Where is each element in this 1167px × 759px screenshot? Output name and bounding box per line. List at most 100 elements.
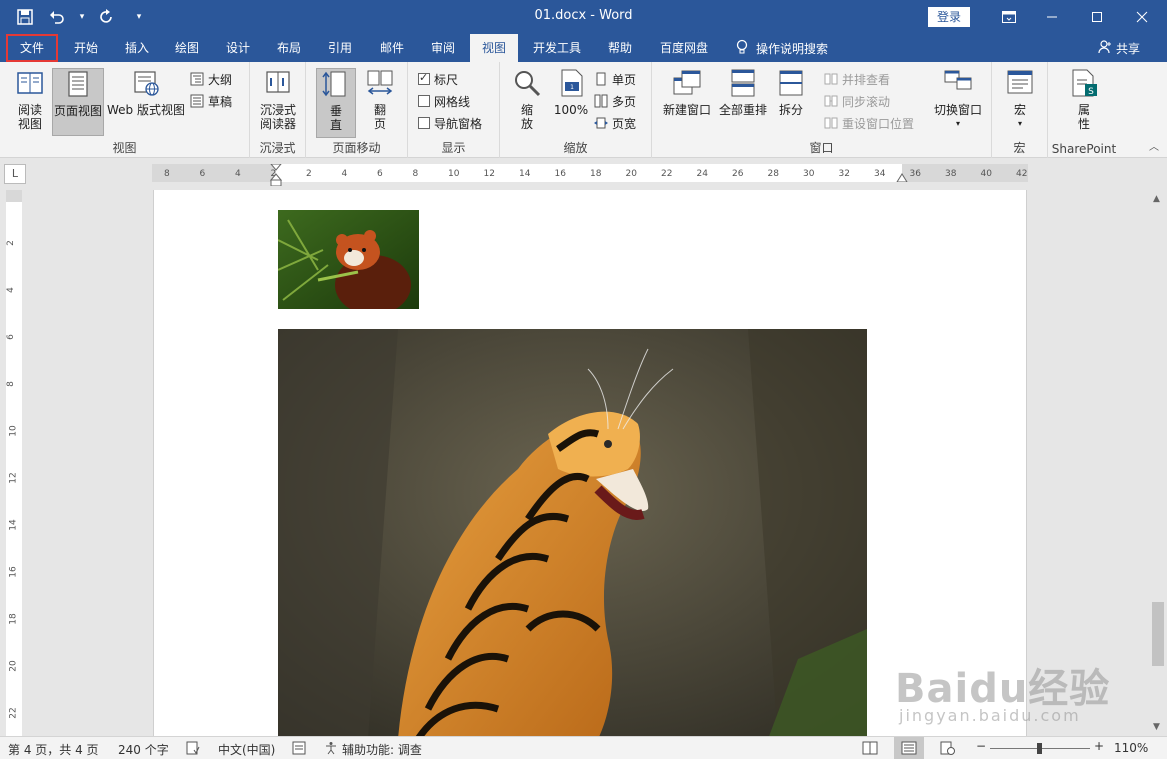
undo-dropdown-icon[interactable]: ▾ xyxy=(78,6,86,28)
zoom-level[interactable]: 110% xyxy=(1114,741,1148,755)
ruler-check[interactable] xyxy=(418,71,430,85)
ruler-tick: 32 xyxy=(838,169,850,179)
new-window-icon xyxy=(673,70,701,95)
new-window-button[interactable]: 新建窗口 xyxy=(658,68,716,140)
multiple-pages-button[interactable]: 多页 xyxy=(594,92,636,110)
zoom-out-icon[interactable]: − xyxy=(976,739,986,753)
tab-draw[interactable]: 绘图 xyxy=(164,34,210,62)
tab-baidu-netdisk[interactable]: 百度网盘 xyxy=(648,34,720,62)
tab-design[interactable]: 设计 xyxy=(214,34,262,62)
page-width-button[interactable]: 页宽 xyxy=(594,114,636,132)
collapse-ribbon-icon[interactable]: ︿ xyxy=(1149,138,1159,153)
customize-qat-icon[interactable]: ▾ xyxy=(128,6,150,28)
ruler-label: 标尺 xyxy=(434,72,459,87)
vertical-ruler[interactable]: 2 4 6 8 10 12 14 16 18 20 22 xyxy=(6,190,22,736)
ruler-tick: 4 xyxy=(235,169,241,179)
ruler-tick: 28 xyxy=(767,169,779,179)
vertical-ruler-tick: 16 xyxy=(8,566,19,578)
vertical-ruler-tick: 4 xyxy=(5,287,16,293)
red-panda-image[interactable] xyxy=(278,210,419,309)
print-layout-icon xyxy=(68,71,88,97)
properties-button[interactable]: S 属 性 xyxy=(1064,68,1104,140)
tab-layout[interactable]: 布局 xyxy=(266,34,312,62)
outline-button[interactable]: 大纲 xyxy=(190,70,232,88)
tab-home[interactable]: 开始 xyxy=(62,34,110,62)
arrange-all-label: 全部重排 xyxy=(718,103,767,117)
web-layout-status-icon[interactable] xyxy=(940,741,956,758)
page-count[interactable]: 第 4 页，共 4 页 xyxy=(8,741,99,758)
draft-button[interactable]: 草稿 xyxy=(190,92,232,110)
immersive-reader-icon xyxy=(266,71,290,93)
login-button[interactable]: 登录 xyxy=(928,7,970,27)
gridlines-check[interactable] xyxy=(418,95,430,107)
navigation-pane-check[interactable] xyxy=(418,117,430,129)
tab-references[interactable]: 引用 xyxy=(316,34,364,62)
zoom-100-button[interactable]: 1 100% xyxy=(550,68,592,140)
minimize-icon[interactable] xyxy=(1029,0,1075,34)
one-page-button[interactable]: 单页 xyxy=(594,70,636,88)
print-layout-status-icon[interactable] xyxy=(894,737,924,759)
reset-window-position-button[interactable]: 重设窗口位置 xyxy=(824,114,914,132)
tell-me-search[interactable]: 操作说明搜索 xyxy=(736,34,828,62)
tab-selector[interactable]: L xyxy=(4,164,26,184)
tab-help[interactable]: 帮助 xyxy=(596,34,644,62)
tab-file[interactable]: 文件 xyxy=(6,34,58,62)
vertical-ruler-tick: 20 xyxy=(8,660,19,672)
synchronous-scrolling-button[interactable]: 同步滚动 xyxy=(824,92,890,110)
immersive-group-label: 沉浸式 xyxy=(259,141,296,155)
navigation-pane-label: 导航窗格 xyxy=(434,116,483,131)
horizontal-ruler[interactable]: 8 6 4 2 2 4 6 8 10 12 14 16 18 20 22 24 26 28 30 32 34 36 38 40… xyxy=(152,164,1028,186)
views-group-label: 视图 xyxy=(112,141,137,155)
share-button[interactable]: 共享 xyxy=(1098,34,1140,62)
window-group-label: 窗口 xyxy=(809,141,834,155)
tab-insert[interactable]: 插入 xyxy=(114,34,160,62)
read-mode-button[interactable]: 阅读 视图 xyxy=(8,68,52,140)
ruler-checkbox[interactable]: 标尺 xyxy=(418,70,458,88)
view-side-by-side-button[interactable]: 并排查看 xyxy=(824,70,890,88)
tiger-image[interactable] xyxy=(278,329,867,736)
scrollbar-thumb[interactable] xyxy=(1152,602,1164,666)
arrange-all-button[interactable]: 全部重排 xyxy=(716,68,770,140)
navigation-pane-checkbox[interactable]: 导航窗格 xyxy=(418,114,482,132)
save-icon[interactable] xyxy=(14,6,36,28)
vertical-ruler-tick: 22 xyxy=(8,707,19,719)
switch-windows-button[interactable]: 切换窗口 ▾ xyxy=(928,68,988,140)
side-to-side-button[interactable]: 翻 页 xyxy=(360,68,400,138)
red-panda-picture xyxy=(278,210,419,309)
scroll-up-icon[interactable]: ▲ xyxy=(1153,194,1160,204)
vertical-ruler-tick: 12 xyxy=(8,472,19,484)
zoom-slider-knob[interactable] xyxy=(1037,743,1042,754)
read-mode-status-icon[interactable] xyxy=(862,741,878,758)
proofing-icon[interactable] xyxy=(186,741,200,758)
sync-scroll-icon xyxy=(824,95,838,107)
macros-button[interactable]: 宏 ▾ xyxy=(1002,68,1038,140)
maximize-icon[interactable] xyxy=(1074,0,1120,34)
undo-icon[interactable] xyxy=(46,6,68,28)
immersive-reader-button[interactable]: 沉浸式 阅读器 xyxy=(254,68,302,140)
one-page-icon xyxy=(596,72,606,86)
accessibility-checker[interactable]: 辅助功能: 调查 xyxy=(324,741,422,758)
tab-view[interactable]: 视图 xyxy=(470,34,518,62)
close-icon[interactable] xyxy=(1119,0,1165,34)
tab-mailings[interactable]: 邮件 xyxy=(368,34,416,62)
vertical-scrollbar[interactable]: ▲ ▼ xyxy=(1149,190,1167,736)
tab-review[interactable]: 审阅 xyxy=(420,34,466,62)
tab-developer[interactable]: 开发工具 xyxy=(522,34,592,62)
web-layout-button[interactable]: Web 版式视图 xyxy=(105,68,187,140)
gridlines-checkbox[interactable]: 网格线 xyxy=(418,92,470,110)
redo-icon[interactable] xyxy=(96,6,118,28)
vertical-button[interactable]: 垂 直 xyxy=(316,68,356,138)
word-count[interactable]: 240 个字 xyxy=(118,741,169,758)
language[interactable]: 中文(中国) xyxy=(218,741,275,758)
scroll-down-icon[interactable]: ▼ xyxy=(1153,722,1160,732)
zoom-in-icon[interactable]: + xyxy=(1094,739,1104,753)
arrange-all-icon xyxy=(731,69,755,97)
split-button[interactable]: 拆分 xyxy=(772,68,810,140)
ribbon-display-options-icon[interactable] xyxy=(986,0,1032,34)
macro-record-icon[interactable] xyxy=(292,741,306,758)
print-layout-button[interactable]: 页面视图 xyxy=(52,68,104,136)
draft-icon xyxy=(190,94,204,108)
zoom-slider[interactable] xyxy=(990,743,1090,754)
right-indent-marker-icon[interactable] xyxy=(896,172,908,182)
zoom-button[interactable]: 缩 放 xyxy=(508,68,546,140)
